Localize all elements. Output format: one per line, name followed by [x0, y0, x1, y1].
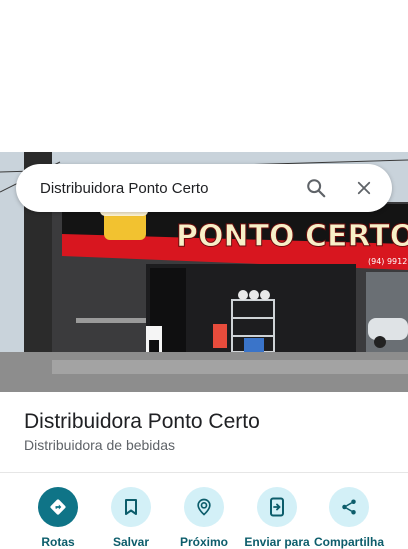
save-button[interactable]: Salvar [95, 487, 167, 549]
nearby-button[interactable]: Próximo [168, 487, 240, 549]
send-to-phone-icon [257, 487, 297, 527]
directions-button[interactable]: Rotas [22, 487, 94, 549]
sign-phone: (94) 99126-6018 [368, 257, 408, 266]
send-to-phone-label: Enviar para [244, 535, 310, 549]
search-icon[interactable] [292, 164, 340, 212]
sign-text: PONTO CERTO [176, 219, 408, 254]
share-icon [329, 487, 369, 527]
close-icon[interactable] [340, 164, 388, 212]
search-bar[interactable]: Distribuidora Ponto Certo [16, 164, 392, 212]
place-category: Distribuidora de bebidas [24, 437, 175, 453]
nearby-icon [184, 487, 224, 527]
search-query[interactable]: Distribuidora Ponto Certo [40, 180, 292, 197]
share-label: Compartilha [313, 535, 384, 549]
action-bar: Rotas Salvar Próximo Enviar para Compart… [0, 473, 408, 549]
share-button[interactable]: Compartilha [313, 487, 385, 549]
nearby-label: Próximo [179, 535, 228, 549]
send-to-phone-button[interactable]: Enviar para [241, 487, 313, 549]
place-title: Distribuidora Ponto Certo [24, 410, 260, 433]
map-blank-area [0, 0, 408, 152]
place-info: Distribuidora Ponto Certo Distribuidora … [0, 392, 408, 472]
save-label: Salvar [112, 535, 150, 549]
directions-label: Rotas [41, 535, 75, 549]
directions-icon [38, 487, 78, 527]
bookmark-icon [111, 487, 151, 527]
